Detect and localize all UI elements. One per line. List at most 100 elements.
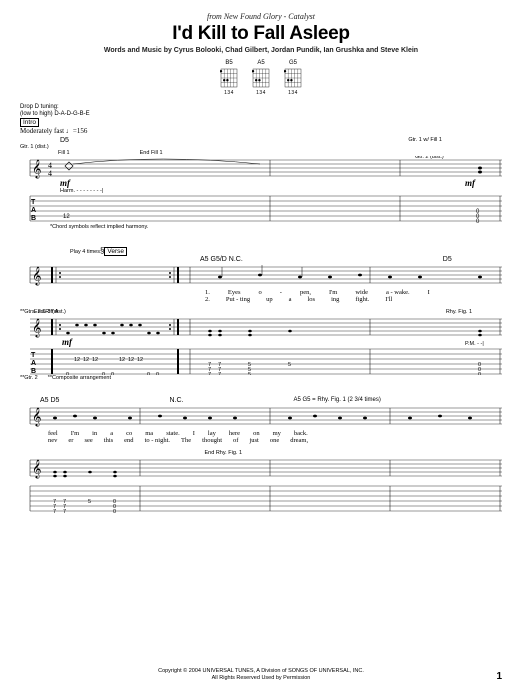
chord-nc: N.C.: [169, 397, 183, 404]
chord-label: G5: [289, 60, 297, 66]
lyric-word: I'll: [385, 296, 392, 303]
svg-text:12: 12: [137, 357, 143, 363]
lyric-word: dream,: [290, 437, 308, 444]
gtr-staff-system3: 𝄞 777 777: [20, 456, 502, 514]
lyric-word: The: [181, 437, 191, 444]
svg-text:A: A: [31, 360, 36, 367]
vocal-staff-3: 𝄞: [20, 404, 502, 430]
svg-text:12: 12: [128, 357, 134, 363]
lyric-word: o: [259, 289, 262, 296]
svg-text:5: 5: [248, 372, 251, 375]
svg-text:P.M. - -|: P.M. - -|: [465, 341, 484, 347]
lyric-word: see: [84, 437, 92, 444]
album-sep: -: [284, 12, 287, 21]
lyric-word: ing: [331, 296, 339, 303]
lyric-word: thought: [202, 437, 222, 444]
chord-d5-2: D5: [443, 256, 452, 263]
svg-text:5: 5: [288, 362, 291, 368]
lyric-word: ma: [145, 430, 153, 437]
lyric-word: co: [126, 430, 132, 437]
lyric-word: my: [273, 430, 281, 437]
chord-fingering: 134: [256, 90, 266, 96]
copyright-line2: All Rights Reserved Used by Permission: [0, 675, 522, 682]
lyric-word: I: [193, 430, 195, 437]
lyric-v2-l2: nev er see this end to - night. The thou…: [48, 437, 502, 444]
svg-text:𝄞: 𝄞: [32, 408, 41, 427]
lyric-word: back.: [294, 430, 308, 437]
lyric-word: up: [266, 296, 273, 303]
chord-grid-icon: [284, 67, 302, 89]
chord-combo2: A5 G5 = Rhy. Fig. 1 (2 3/4 times): [293, 397, 380, 404]
dynamic-mf: mf: [60, 178, 71, 188]
svg-text:mf: mf: [62, 337, 73, 347]
lyric-word: I: [428, 289, 430, 296]
gtr2m-label: **Gtr. 2: [20, 375, 38, 381]
end-fill1-label: End Fill 1: [140, 150, 163, 156]
lyric-word: I'm: [71, 430, 79, 437]
tempo-marking: Moderately fast ♩=156: [20, 127, 502, 135]
vocal-staff: 𝄞: [20, 263, 502, 289]
lyric-word: here: [229, 430, 240, 437]
svg-text:7: 7: [208, 372, 211, 375]
svg-text:T: T: [31, 199, 36, 206]
play4-label: Play 4 times: [70, 249, 100, 255]
lyric-word: a - wake.: [386, 289, 410, 296]
composite-footnote: **Composite arrangement: [48, 375, 111, 381]
lyric-word: of: [233, 437, 238, 444]
lyric-word: in: [92, 430, 97, 437]
svg-text:0: 0: [156, 372, 159, 375]
section-verse: Verse: [104, 247, 127, 256]
svg-text:5: 5: [88, 499, 91, 505]
svg-text:𝄞: 𝄞: [32, 267, 41, 286]
chord-d5: D5: [60, 137, 69, 144]
svg-text:𝄞: 𝄞: [32, 319, 41, 338]
svg-text:B: B: [31, 215, 36, 222]
chord-combo1: A5 G5/D N.C.: [200, 256, 243, 263]
lyric-word: fight.: [355, 296, 369, 303]
system-verse2: A5 D5 N.C. A5 G5 = Rhy. Fig. 1 (2 3/4 ti…: [20, 397, 502, 514]
chord-grid-icon: [252, 67, 270, 89]
header-source: from New Found Glory - Catalyst: [20, 12, 502, 21]
lyric-word: end: [124, 437, 133, 444]
chord-grid-icon: [220, 67, 238, 89]
harm-label: Harm. - - - - - - - -|: [60, 188, 103, 194]
svg-text:7: 7: [63, 509, 66, 514]
end-riffa-label: End Riff A: [34, 309, 58, 315]
chord-diagram-a5: A5 134: [252, 60, 270, 96]
artist-name: New Found Glory: [224, 12, 282, 21]
tab-fret-12: 12: [63, 214, 70, 220]
lyric-word: nev: [48, 437, 57, 444]
gtr2-label: Gtr. 2 (dist.): [415, 156, 444, 160]
fill1-label: Fill 1: [58, 150, 70, 156]
system-verse1: Play 4 times § Verse A5 G5/D N.C. D5 𝄞: [20, 246, 502, 381]
gtr1-fill1: Gtr. 1 w/ Fill 1: [408, 137, 442, 144]
end-rhy-fig1-label: End Rhy. Fig. 1: [205, 450, 243, 456]
chord-fingering: 134: [288, 90, 298, 96]
lyric-word: I'm: [329, 289, 337, 296]
chord-diagram-b5: B5 134: [220, 60, 238, 96]
chord-fingering: 134: [224, 90, 234, 96]
chord-diagram-g5: G5 134: [284, 60, 302, 96]
lyric-word: state.: [166, 430, 180, 437]
song-title: I'd Kill to Fall Asleep: [20, 23, 502, 45]
credits: Words and Music by Cyrus Bolooki, Chad G…: [20, 47, 502, 54]
svg-text:12: 12: [74, 357, 80, 363]
lyric-word: pen,: [300, 289, 311, 296]
harmony-footnote: *Chord symbols reflect implied harmony.: [50, 224, 502, 230]
lyric-word: just: [249, 437, 258, 444]
tuning-detail: (low to high) D-A-D-G-B-E: [20, 111, 502, 118]
section-intro: Intro: [20, 118, 39, 127]
lyric-word: feel: [48, 430, 58, 437]
rhy-fig1-label: Rhy. Fig. 1: [446, 309, 472, 315]
svg-text:T: T: [31, 352, 36, 359]
staff-tab-system1: 𝄞 4 4 Gtr. 2 (dist.) mf mf Harm. - - - -…: [20, 156, 502, 224]
source-prefix: from: [207, 12, 222, 21]
svg-text:0: 0: [111, 372, 114, 375]
lyric-v1-l1: 1. Eyes o - pen, I'm wide a - wake. I: [205, 289, 502, 296]
svg-text:12: 12: [83, 357, 89, 363]
chord-diagrams-row: B5 134 A5: [20, 60, 502, 96]
lyric-word: one: [270, 437, 279, 444]
chord-label: B5: [225, 60, 232, 66]
svg-text:7: 7: [53, 509, 56, 514]
lyric-word: on: [253, 430, 260, 437]
